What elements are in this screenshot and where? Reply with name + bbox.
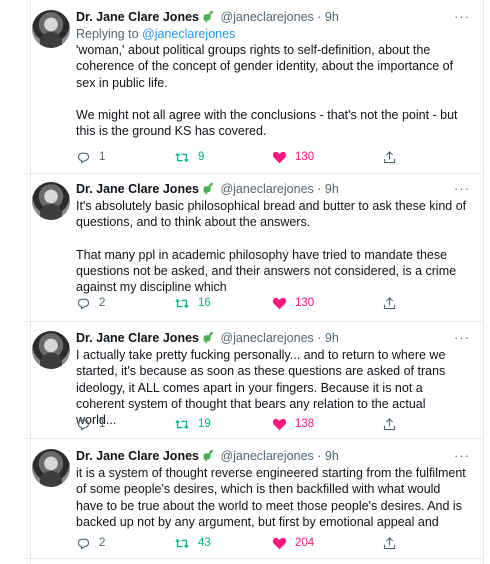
share-button[interactable] — [382, 148, 397, 166]
reply-button[interactable]: 1 — [76, 415, 105, 433]
retweet-count: 16 — [198, 297, 211, 309]
retweet-icon — [175, 419, 189, 429]
more-icon[interactable]: ··· — [454, 447, 470, 465]
replying-to-label: Replying to — [76, 27, 143, 41]
tweet-header: Dr. Jane Clare Jones @janeclarejones · 9… — [76, 329, 470, 347]
tweet[interactable]: Dr. Jane Clare Jones @janeclarejones · 9… — [26, 180, 482, 322]
share-button[interactable] — [382, 534, 397, 552]
reply-count: 1 — [99, 418, 106, 430]
author-handle[interactable]: @janeclarejones — [220, 182, 313, 196]
reply-icon — [77, 538, 90, 549]
share-icon — [383, 536, 396, 549]
more-icon[interactable]: ··· — [454, 180, 470, 198]
tweet-header: Dr. Jane Clare Jones @janeclarejones · 9… — [76, 8, 470, 26]
dinosaur-icon — [203, 331, 214, 344]
retweet-icon — [175, 298, 189, 308]
like-count: 130 — [295, 151, 315, 163]
retweet-button[interactable]: 43 — [174, 534, 211, 552]
reply-icon — [77, 298, 90, 309]
reply-count: 2 — [99, 297, 106, 309]
dinosaur-icon — [203, 182, 214, 195]
like-button[interactable]: 130 — [272, 294, 314, 312]
reply-icon — [77, 419, 90, 430]
tweet[interactable]: Dr. Jane Clare Jones @janeclarejones · 9… — [26, 8, 482, 174]
separator-dot: · — [317, 182, 322, 196]
author-name[interactable]: Dr. Jane Clare Jones — [76, 331, 199, 345]
tweet[interactable]: Dr. Jane Clare Jones @janeclarejones · 9… — [26, 447, 482, 559]
retweet-count: 43 — [198, 537, 211, 549]
tweet-header: Dr. Jane Clare Jones @janeclarejones · 9… — [76, 447, 470, 465]
author-name[interactable]: Dr. Jane Clare Jones — [76, 449, 199, 463]
author-handle[interactable]: @janeclarejones — [220, 449, 313, 463]
like-count: 138 — [295, 418, 315, 430]
retweet-icon — [175, 538, 189, 548]
timestamp[interactable]: 9h — [325, 182, 339, 196]
retweet-icon — [175, 152, 189, 162]
like-count: 130 — [295, 297, 315, 309]
author-name[interactable]: Dr. Jane Clare Jones — [76, 182, 199, 196]
avatar[interactable] — [32, 182, 70, 220]
tweet-actions: 1 9 130 — [76, 148, 416, 166]
heart-icon — [272, 151, 287, 164]
tweet-actions: 2 43 204 — [76, 534, 416, 552]
replying-to: Replying to @janeclarejones — [76, 26, 468, 42]
separator-dot: · — [317, 449, 322, 463]
reply-icon — [77, 152, 90, 163]
tweet-text: 'woman,' about political groups rights t… — [76, 43, 458, 139]
dinosaur-icon — [203, 10, 214, 23]
retweet-count: 9 — [198, 151, 205, 163]
retweet-button[interactable]: 19 — [174, 415, 211, 433]
reply-count: 1 — [99, 151, 106, 163]
reply-button[interactable]: 2 — [76, 534, 105, 552]
author-handle[interactable]: @janeclarejones — [220, 10, 313, 24]
more-icon[interactable]: ··· — [454, 8, 470, 26]
share-button[interactable] — [382, 415, 397, 433]
tweet-actions: 2 16 130 — [76, 294, 416, 312]
retweet-count: 19 — [198, 418, 211, 430]
timestamp[interactable]: 9h — [325, 331, 339, 345]
tweet[interactable]: Dr. Jane Clare Jones @janeclarejones · 9… — [26, 329, 482, 439]
like-button[interactable]: 204 — [272, 534, 314, 552]
retweet-button[interactable]: 16 — [174, 294, 211, 312]
heart-icon — [272, 418, 287, 431]
separator-dot: · — [317, 331, 322, 345]
avatar[interactable] — [32, 331, 70, 369]
like-button[interactable]: 130 — [272, 148, 314, 166]
tweet-actions: 1 19 138 — [76, 415, 416, 433]
heart-icon — [272, 537, 287, 550]
author-name[interactable]: Dr. Jane Clare Jones — [76, 10, 199, 24]
replying-to-link[interactable]: @janeclarejones — [142, 27, 235, 41]
tweet-text: it is a system of thought reverse engine… — [76, 466, 470, 529]
heart-icon — [272, 297, 287, 310]
timeline-right-border — [483, 0, 484, 564]
reply-button[interactable]: 1 — [76, 148, 105, 166]
author-handle[interactable]: @janeclarejones — [220, 331, 313, 345]
timeline: Dr. Jane Clare Jones @janeclarejones · 9… — [0, 0, 490, 564]
timestamp[interactable]: 9h — [325, 449, 339, 463]
reply-count: 2 — [99, 537, 106, 549]
like-count: 204 — [295, 537, 315, 549]
more-icon[interactable]: ··· — [454, 329, 470, 347]
share-icon — [383, 296, 396, 309]
tweet-header: Dr. Jane Clare Jones @janeclarejones · 9… — [76, 180, 470, 198]
retweet-button[interactable]: 9 — [174, 148, 204, 166]
share-button[interactable] — [382, 294, 397, 312]
share-icon — [383, 417, 396, 430]
like-button[interactable]: 138 — [272, 415, 314, 433]
separator-dot: · — [317, 10, 322, 24]
share-icon — [383, 150, 396, 163]
tweet-text: It's absolutely basic philosophical brea… — [76, 199, 467, 295]
avatar[interactable] — [32, 449, 70, 487]
reply-button[interactable]: 2 — [76, 294, 105, 312]
avatar[interactable] — [32, 10, 70, 48]
timestamp[interactable]: 9h — [325, 10, 339, 24]
dinosaur-icon — [203, 449, 214, 462]
